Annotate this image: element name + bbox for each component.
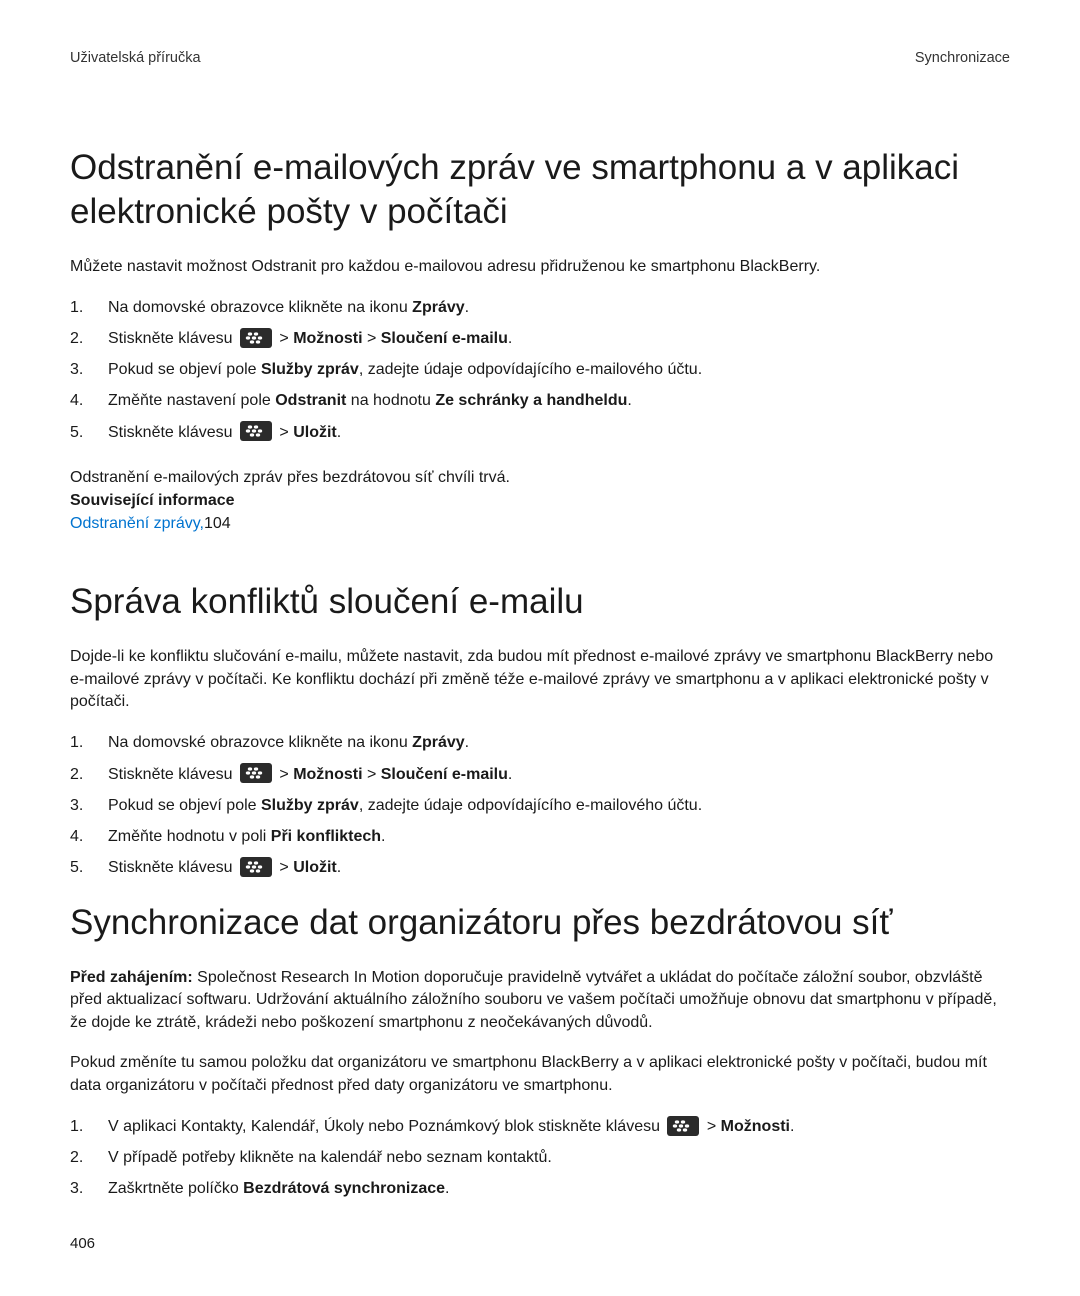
list-item: 2.Stiskněte klávesu > Možnosti > Sloučen… (70, 763, 1010, 786)
list-item: 2.Stiskněte klávesu > Možnosti > Sloučen… (70, 327, 1010, 350)
step-number: 3. (70, 794, 108, 817)
step-number: 4. (70, 389, 108, 412)
bold-term: Zprávy (412, 299, 464, 316)
step-text: Pokud se objeví pole Služby zpráv, zadej… (108, 794, 1010, 817)
step-text: Stiskněte klávesu > Uložit. (108, 856, 1010, 879)
list-item: 1.V aplikaci Kontakty, Kalendář, Úkoly n… (70, 1115, 1010, 1138)
list-item: 5.Stiskněte klávesu > Uložit. (70, 421, 1010, 444)
step-text: Změňte hodnotu v poli Při konfliktech. (108, 825, 1010, 848)
related-info-label: Související informace (70, 489, 1010, 512)
section2-intro: Dojde-li ke konfliktu slučování e-mailu,… (70, 646, 1010, 713)
step-number: 1. (70, 731, 108, 754)
list-item: 4.Změňte hodnotu v poli Při konfliktech. (70, 825, 1010, 848)
bold-term: Bezdrátová synchronizace (243, 1180, 445, 1197)
bold-term: Zprávy (412, 734, 464, 751)
bold-term: Při konfliktech (271, 828, 381, 845)
blackberry-key-icon (240, 763, 272, 783)
bold-term: Ze schránky a handheldu (435, 392, 627, 409)
step-number: 5. (70, 421, 108, 444)
step-number: 2. (70, 1146, 108, 1169)
step-text: Pokud se objeví pole Služby zpráv, zadej… (108, 358, 1010, 381)
section1-note: Odstranění e-mailových zpráv přes bezdrá… (70, 466, 1010, 489)
section3-p1-text: Společnost Research In Motion doporučuje… (70, 969, 997, 1031)
list-item: 1.Na domovské obrazovce klikněte na ikon… (70, 296, 1010, 319)
step-number: 1. (70, 1115, 108, 1138)
bold-term: Možnosti (293, 766, 362, 783)
step-text: Zaškrtněte políčko Bezdrátová synchroniz… (108, 1177, 1010, 1200)
bold-term: Uložit (293, 424, 337, 441)
section3-title: Synchronizace dat organizátoru přes bezd… (70, 901, 1010, 945)
step-number: 5. (70, 856, 108, 879)
list-item: 3.Zaškrtněte políčko Bezdrátová synchron… (70, 1177, 1010, 1200)
list-item: 2.V případě potřeby klikněte na kalendář… (70, 1146, 1010, 1169)
list-item: 3.Pokud se objeví pole Služby zpráv, zad… (70, 358, 1010, 381)
section3-p1: Před zahájením: Společnost Research In M… (70, 967, 1010, 1034)
list-item: 4.Změňte nastavení pole Odstranit na hod… (70, 389, 1010, 412)
blackberry-key-icon (240, 328, 272, 348)
section1-title: Odstranění e-mailových zpráv ve smartpho… (70, 146, 1010, 234)
section1-steps: 1.Na domovské obrazovce klikněte na ikon… (70, 296, 1010, 444)
bold-term: Sloučení e-mailu (381, 766, 508, 783)
blackberry-key-icon (667, 1116, 699, 1136)
bold-term: Sloučení e-mailu (381, 330, 508, 347)
step-text: Na domovské obrazovce klikněte na ikonu … (108, 296, 1010, 319)
section2-steps: 1.Na domovské obrazovce klikněte na ikon… (70, 731, 1010, 879)
list-item: 1.Na domovské obrazovce klikněte na ikon… (70, 731, 1010, 754)
step-text: V aplikaci Kontakty, Kalendář, Úkoly neb… (108, 1115, 1010, 1138)
list-item: 3.Pokud se objeví pole Služby zpráv, zad… (70, 794, 1010, 817)
step-number: 3. (70, 1177, 108, 1200)
bold-term: Možnosti (721, 1118, 790, 1135)
step-text: Na domovské obrazovce klikněte na ikonu … (108, 731, 1010, 754)
bold-term: Služby zpráv (261, 361, 359, 378)
blackberry-key-icon (240, 857, 272, 877)
bold-term: Uložit (293, 859, 337, 876)
step-number: 1. (70, 296, 108, 319)
step-number: 2. (70, 763, 108, 786)
header-right: Synchronizace (915, 50, 1010, 66)
related-link[interactable]: Odstranění zprávy, (70, 515, 204, 532)
blackberry-key-icon (240, 421, 272, 441)
page-number: 406 (70, 1235, 1010, 1252)
step-number: 3. (70, 358, 108, 381)
step-text: Stiskněte klávesu > Uložit. (108, 421, 1010, 444)
bold-term: Možnosti (293, 330, 362, 347)
step-text: V případě potřeby klikněte na kalendář n… (108, 1146, 1010, 1169)
section1-related: Odstranění e-mailových zpráv přes bezdrá… (70, 466, 1010, 536)
header-left: Uživatelská příručka (70, 50, 201, 66)
step-text: Stiskněte klávesu > Možnosti > Sloučení … (108, 327, 1010, 350)
page-header: Uživatelská příručka Synchronizace (70, 50, 1010, 66)
step-text: Změňte nastavení pole Odstranit na hodno… (108, 389, 1010, 412)
section3-p2: Pokud změníte tu samou položku dat organ… (70, 1052, 1010, 1097)
step-number: 4. (70, 825, 108, 848)
related-link-page: 104 (204, 515, 231, 532)
section2-title: Správa konfliktů sloučení e-mailu (70, 580, 1010, 624)
bold-term: Služby zpráv (261, 797, 359, 814)
before-start-label: Před zahájením: (70, 969, 197, 986)
section3-steps: 1.V aplikaci Kontakty, Kalendář, Úkoly n… (70, 1115, 1010, 1201)
section1-intro: Můžete nastavit možnost Odstranit pro ka… (70, 256, 1010, 278)
document-page: Uživatelská příručka Synchronizace Odstr… (0, 0, 1080, 1292)
step-text: Stiskněte klávesu > Možnosti > Sloučení … (108, 763, 1010, 786)
step-number: 2. (70, 327, 108, 350)
list-item: 5.Stiskněte klávesu > Uložit. (70, 856, 1010, 879)
bold-term: Odstranit (275, 392, 346, 409)
